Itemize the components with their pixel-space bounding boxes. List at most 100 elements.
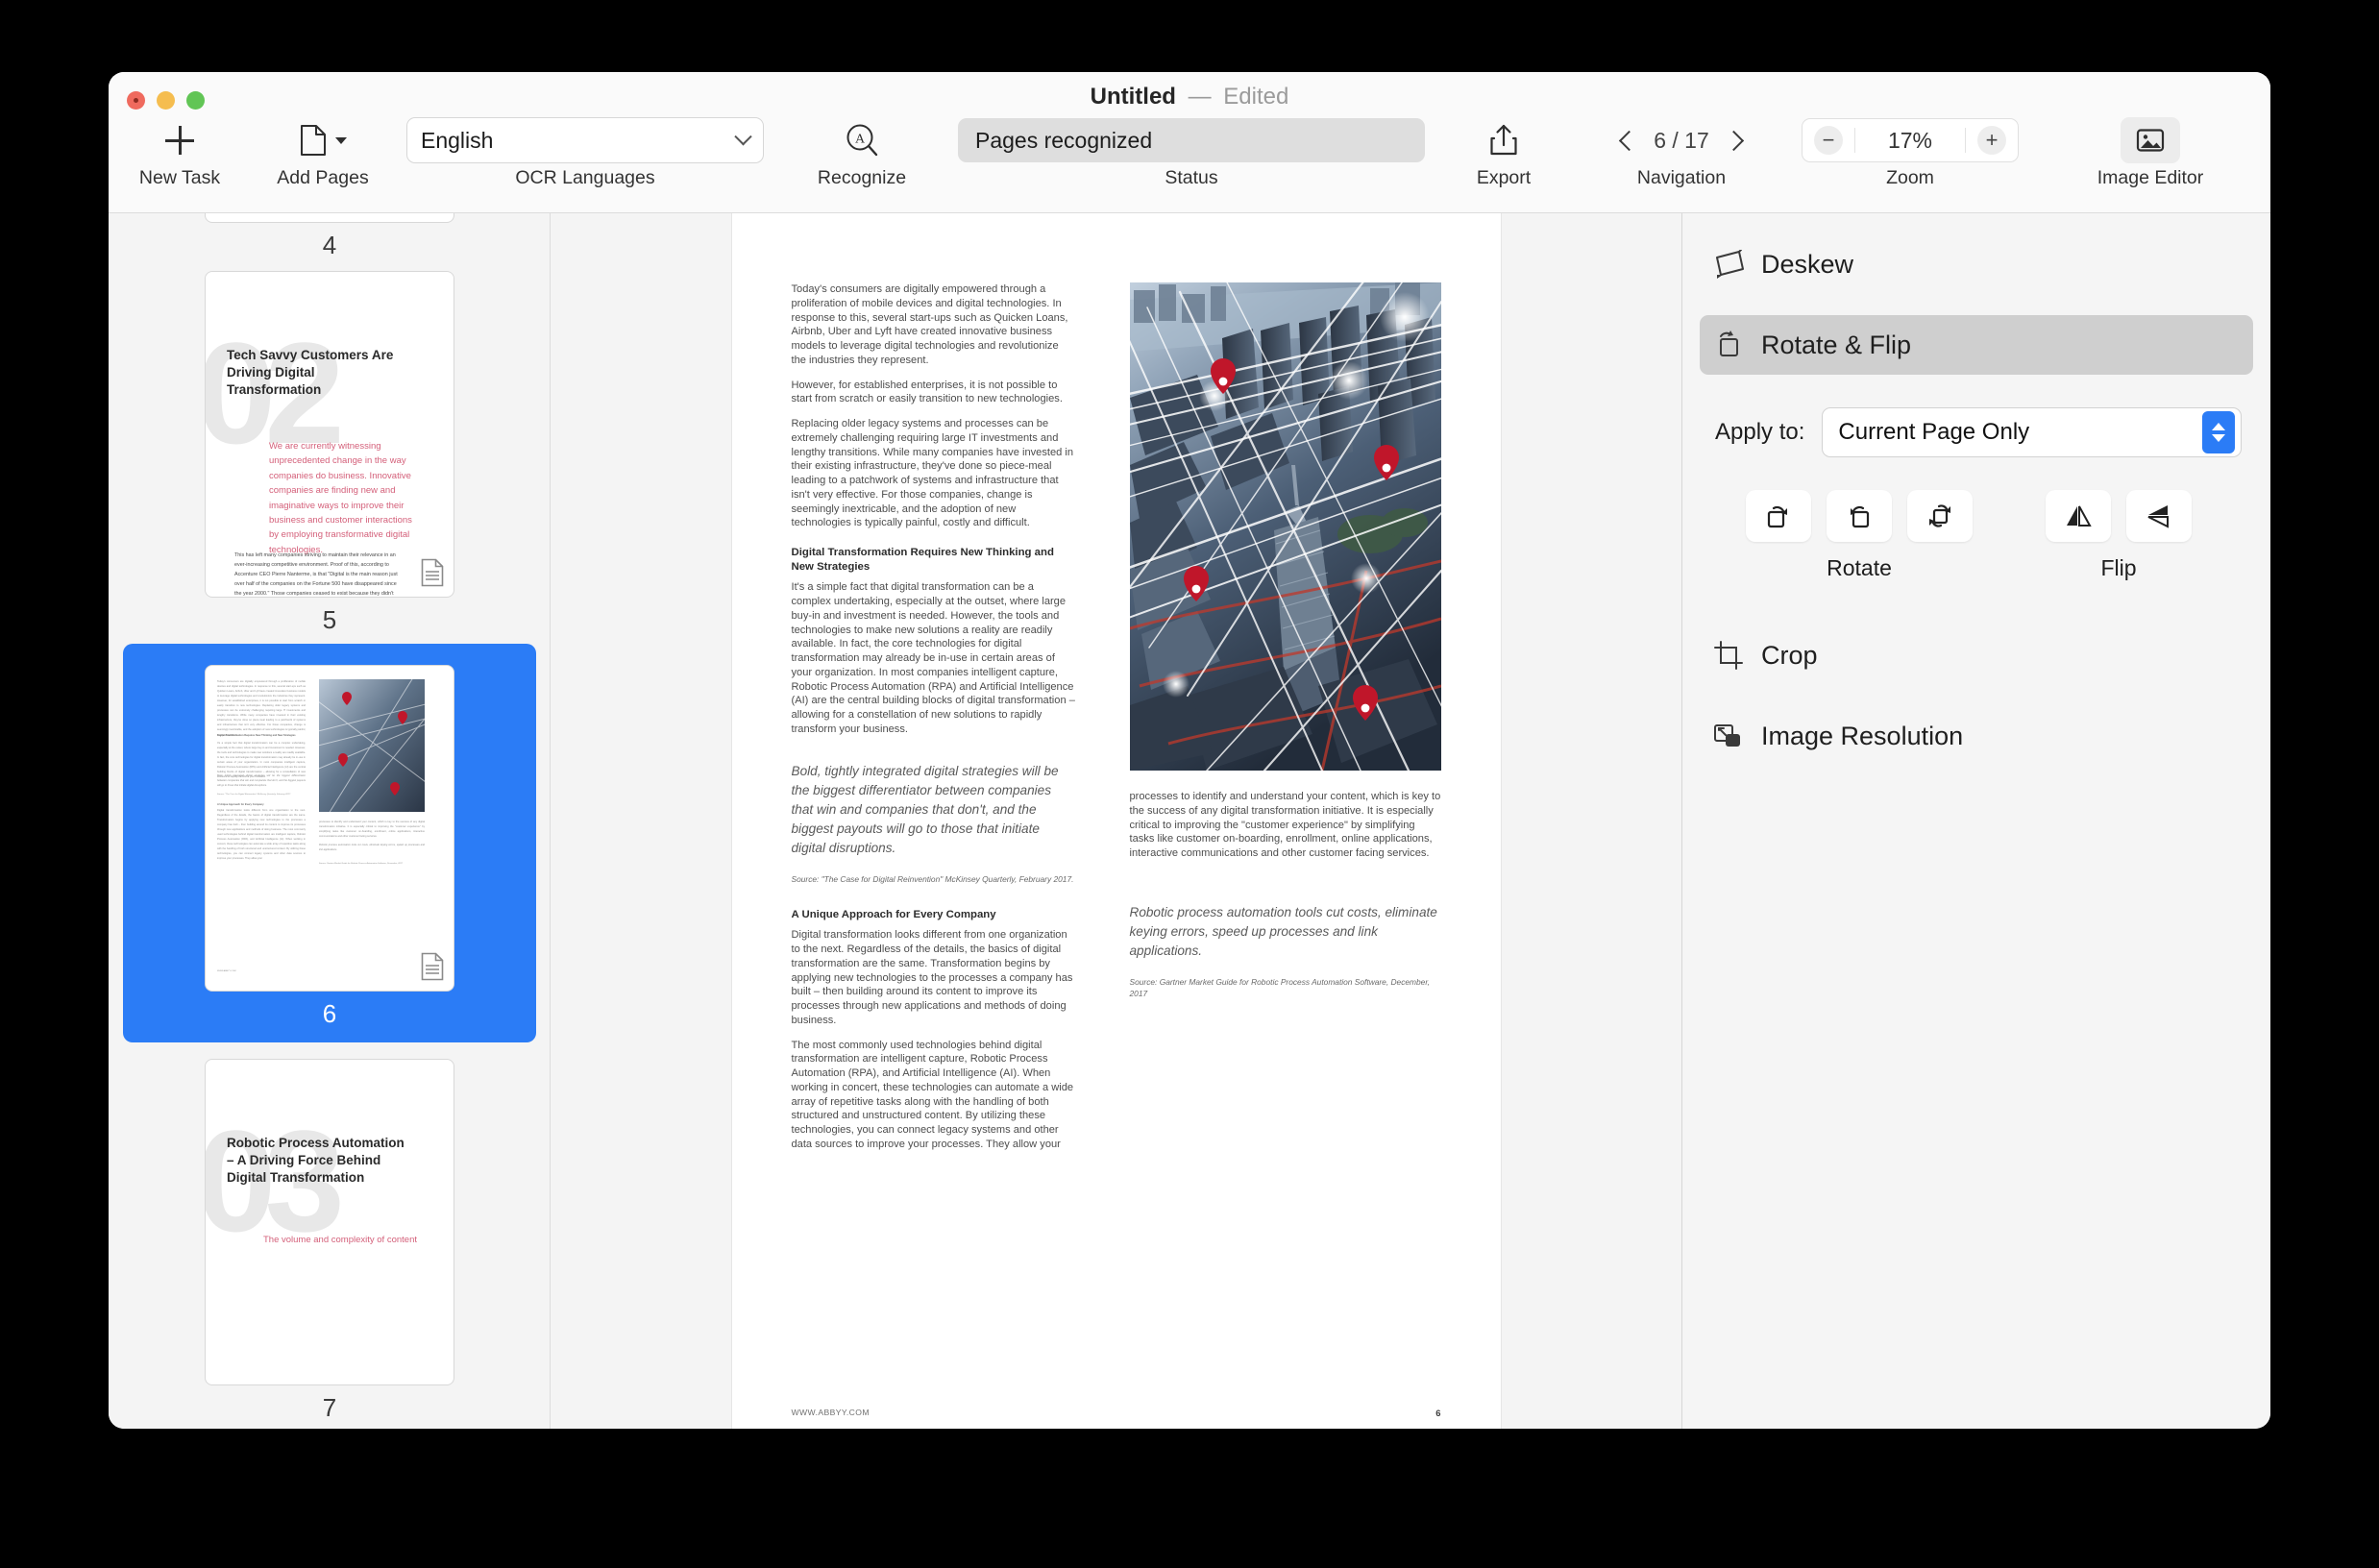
document-canvas[interactable]: Today's consumers are digitally empowere… <box>551 213 1681 1429</box>
status-label: Status <box>1165 167 1217 189</box>
export-group: Export <box>1435 116 1573 189</box>
cityscape-photo <box>1130 282 1441 771</box>
list-item[interactable]: 02 Tech Savvy Customers Are Driving Digi… <box>109 271 551 635</box>
page-thumbnail[interactable] <box>205 213 454 223</box>
panel-item-label: Crop <box>1761 641 1818 671</box>
rotate-right-button[interactable] <box>1827 490 1892 542</box>
thumbnail-heading: Tech Savvy Customers Are Driving Digital… <box>227 347 409 400</box>
recognize-group: A Recognize <box>775 116 948 189</box>
mini-cityscape-image <box>319 679 425 812</box>
window-title: Untitled — Edited <box>109 84 2270 110</box>
flip-vertical-button[interactable] <box>2126 490 2192 542</box>
panel-item-label: Deskew <box>1761 250 1853 280</box>
page-thumbnail[interactable]: 02 Tech Savvy Customers Are Driving Digi… <box>205 271 454 598</box>
image-editor-button[interactable] <box>2121 117 2180 163</box>
apply-to-value: Current Page Only <box>1838 419 2202 446</box>
toolbar: Untitled — Edited New Task Add Pages <box>109 72 2270 213</box>
paragraph: processes to identify and understand you… <box>1130 790 1441 861</box>
text-layer-icon <box>421 558 444 587</box>
image-editor-group: Image Editor <box>2030 116 2270 189</box>
plus-icon <box>165 126 194 155</box>
panel-item-rotate-flip[interactable]: Rotate & Flip <box>1700 315 2253 375</box>
pull-quote: Bold, tightly integrated digital strateg… <box>792 762 1076 859</box>
page-thumbnails-sidebar[interactable]: 4 02 Tech Savvy Customers Are Driving Di… <box>109 213 551 1429</box>
stepper-icon[interactable] <box>2202 411 2235 453</box>
add-pages-button[interactable] <box>300 116 347 164</box>
add-pages-label: Add Pages <box>277 167 368 189</box>
footer-website: WWW.ABBYY.COM <box>792 1408 870 1418</box>
quote-source: Source: "The Case for Digital Reinventio… <box>792 873 1076 885</box>
ocr-languages-group: English OCR Languages <box>395 116 775 189</box>
zoom-in-button[interactable]: + <box>1966 126 2018 155</box>
image-editor-label: Image Editor <box>2097 167 2204 189</box>
apply-to-select[interactable]: Current Page Only <box>1822 407 2242 457</box>
document-page[interactable]: Today's consumers are digitally empowere… <box>732 213 1501 1429</box>
panel-item-label: Image Resolution <box>1761 722 1963 751</box>
crop-icon <box>1713 641 1746 670</box>
panel-item-image-resolution[interactable]: Image Resolution <box>1700 706 2253 766</box>
next-page-button[interactable] <box>1724 130 1744 150</box>
plus-icon: + <box>1977 126 2006 155</box>
ocr-language-select[interactable]: English <box>406 117 764 163</box>
rotate-group: Rotate <box>1746 490 1973 581</box>
zoom-value[interactable]: 17% <box>1855 128 1965 154</box>
page-left-column: Today's consumers are digitally empowere… <box>792 282 1076 1163</box>
footer-page-number: 6 <box>1435 1408 1440 1418</box>
image-icon <box>2136 128 2165 153</box>
flip-horizontal-button[interactable] <box>2046 490 2111 542</box>
panel-item-crop[interactable]: Crop <box>1700 625 2253 685</box>
new-task-button[interactable] <box>165 116 194 164</box>
chevron-down-icon <box>734 128 751 145</box>
ocr-languages-label: OCR Languages <box>515 167 654 189</box>
rotate-180-icon <box>1925 502 1954 529</box>
svg-text:A: A <box>855 133 866 147</box>
rotate-flip-tools: Rotate <box>1682 490 2270 581</box>
flip-group: Flip <box>2046 490 2192 581</box>
rotate-left-icon <box>1764 502 1793 529</box>
thumbnail-heading: Robotic Process Automation – A Driving F… <box>227 1135 409 1188</box>
rotate-caption: Rotate <box>1827 555 1892 581</box>
zoom-label: Zoom <box>1886 167 1934 189</box>
chevron-up-icon <box>2212 423 2225 430</box>
page-number: 5 <box>323 605 336 635</box>
rotate-180-button[interactable] <box>1907 490 1973 542</box>
chevron-down-icon <box>2212 434 2225 442</box>
zoom-group: − 17% + Zoom <box>1790 116 2030 189</box>
minus-icon: − <box>1814 126 1843 155</box>
mini-text: processes to identify and understand you… <box>319 820 425 839</box>
thumbnail-red-text: The volume and complexity of content <box>263 1233 431 1247</box>
page-thumbnail[interactable]: Today's consumers are digitally empowere… <box>205 665 454 992</box>
share-icon <box>1489 123 1518 158</box>
recognize-button[interactable]: A <box>845 116 879 164</box>
list-item-selected[interactable]: Today's consumers are digitally empowere… <box>123 644 536 1042</box>
section-heading: A Unique Approach for Every Company <box>792 908 1076 922</box>
page-number: 7 <box>323 1393 336 1423</box>
paragraph: Replacing older legacy systems and proce… <box>792 417 1076 530</box>
paragraph: It's a simple fact that digital transfor… <box>792 580 1076 736</box>
export-label: Export <box>1477 167 1531 189</box>
navigation-group: 6 / 17 Navigation <box>1573 116 1790 189</box>
flip-vertical-icon <box>2145 503 2173 528</box>
rotate-right-icon <box>1845 502 1874 529</box>
previous-page-button[interactable] <box>1619 130 1639 150</box>
image-editor-panel: Deskew Rotate & Flip Apply to: Current P… <box>1681 213 2270 1429</box>
list-item[interactable]: 4 <box>109 213 551 260</box>
navigation-label: Navigation <box>1637 167 1726 189</box>
export-button[interactable] <box>1489 116 1518 164</box>
app-window: Untitled — Edited New Task Add Pages <box>109 72 2270 1429</box>
panel-item-deskew[interactable]: Deskew <box>1700 234 2253 294</box>
recognize-icon: A <box>845 123 879 158</box>
quote-source: Source: Gartner Market Guide for Robotic… <box>1130 976 1441 999</box>
recognize-label: Recognize <box>818 167 906 189</box>
list-item[interactable]: 03 Robotic Process Automation – A Drivin… <box>109 1059 551 1423</box>
rotate-left-button[interactable] <box>1746 490 1811 542</box>
mini-heading: Digital Transformation Requires New Thin… <box>217 733 306 738</box>
mini-source: Source: Gartner Market Guide for Robotic… <box>319 862 425 866</box>
rotate-flip-icon <box>1713 331 1746 359</box>
page-thumbnail[interactable]: 03 Robotic Process Automation – A Drivin… <box>205 1059 454 1385</box>
mini-heading: A Unique Approach for Every Company <box>217 802 306 807</box>
flip-caption: Flip <box>2100 555 2136 581</box>
zoom-out-button[interactable]: − <box>1803 126 1854 155</box>
chevron-down-icon <box>335 137 347 144</box>
mini-text: Digital transformation looks different f… <box>217 808 306 862</box>
